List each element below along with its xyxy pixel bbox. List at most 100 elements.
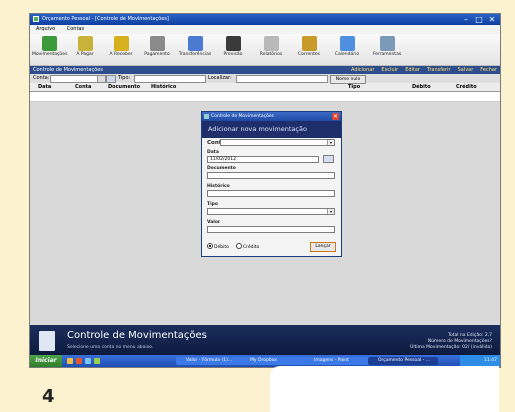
data-field[interactable]: 11/02/2012 xyxy=(207,156,319,163)
table-row[interactable] xyxy=(30,92,500,102)
dialog-close-button[interactable]: ✕ xyxy=(332,113,339,120)
conta-filter-label: Conta: xyxy=(33,75,50,81)
menu-arquivo[interactable]: Arquivo xyxy=(36,26,55,32)
menu-bar: Arquivo Contas xyxy=(30,25,500,34)
window-controls: – □ ✕ xyxy=(461,15,497,24)
calendar-icon xyxy=(339,36,355,51)
toolbar-label: Movimentações xyxy=(32,52,68,57)
taskbar-item[interactable]: My Dropbox xyxy=(240,357,308,365)
historico-field[interactable] xyxy=(207,190,335,197)
taskbar-item[interactable]: Valor - Fórmula (1)... xyxy=(176,357,244,365)
toolbar-label: Calendário xyxy=(334,52,360,57)
monitor-icon xyxy=(225,36,241,51)
heart-icon xyxy=(41,36,57,51)
coins-icon xyxy=(113,36,129,51)
maximize-button[interactable]: □ xyxy=(474,15,484,24)
col-data[interactable]: Data xyxy=(38,84,51,91)
toolbar-button-9[interactable]: Ferramentas xyxy=(370,35,404,64)
toolbar-label: A Receber xyxy=(109,52,133,57)
taskbar-item[interactable]: Imagens - Paint xyxy=(304,357,372,365)
app-icon xyxy=(33,16,39,22)
localizar-input[interactable] xyxy=(236,75,328,83)
col-tipo[interactable]: Tipo xyxy=(348,84,360,91)
chevron-down-icon: ▾ xyxy=(327,209,334,214)
documento-field[interactable] xyxy=(207,172,335,179)
toolbar-label: Previsão xyxy=(223,52,243,57)
page-tab xyxy=(270,366,499,412)
menu-contas[interactable]: Contas xyxy=(67,26,84,32)
col-documento[interactable]: Documento xyxy=(108,84,140,91)
toolbar-button-2[interactable]: A Receber xyxy=(104,35,138,64)
filter-bar: Conta: Tipo: Localizar: Nome nulo xyxy=(30,74,500,84)
quicklaunch-icon[interactable] xyxy=(76,358,82,364)
delete-action[interactable]: Excluir xyxy=(381,66,398,74)
toolbar-label: A Pagar xyxy=(76,52,94,57)
debito-radio[interactable]: Débito xyxy=(207,243,229,251)
conta-filter-select[interactable] xyxy=(50,75,98,83)
quicklaunch-icon[interactable] xyxy=(85,358,91,364)
close-action[interactable]: Fechar xyxy=(480,66,497,74)
toolbar: Movimentações A Pagar A Receber Pagamento Tr… xyxy=(30,34,500,66)
close-button[interactable]: ✕ xyxy=(487,15,497,24)
add-movement-dialog: Controle de Movimentações ✕ Adicionar no… xyxy=(201,111,342,257)
save-action[interactable]: Salvar xyxy=(458,66,474,74)
toolbar-button-8[interactable]: Calendário xyxy=(330,35,364,64)
toolbar-button-7[interactable]: Correntes xyxy=(292,35,326,64)
conta-dropdown-button[interactable] xyxy=(97,75,106,83)
footer-stat-3: Última Movimentação: 02/ (inválida) xyxy=(410,345,492,350)
data-label: Data xyxy=(207,150,219,155)
start-button[interactable]: Iniciar xyxy=(30,355,62,367)
toolbar-button-3[interactable]: Pagamento xyxy=(140,35,174,64)
title-bar: Orçamento Pessoal - [Controle de Movimen… xyxy=(30,14,500,25)
col-debito[interactable]: Débito xyxy=(412,84,431,91)
tipo-select[interactable]: ▾ xyxy=(207,208,335,215)
grid-header: Data Conta Documento Histórico Tipo Débi… xyxy=(30,84,500,92)
col-conta[interactable]: Conta xyxy=(75,84,91,91)
col-historico[interactable]: Histórico xyxy=(151,84,176,91)
valor-field[interactable] xyxy=(207,226,335,233)
pen-icon xyxy=(77,36,93,51)
col-credito[interactable]: Crédito xyxy=(456,84,477,91)
credito-radio[interactable]: Crédito xyxy=(236,243,259,251)
toolbar-label: Ferramentas xyxy=(372,52,402,57)
calendar-icon[interactable] xyxy=(323,155,334,163)
dialog-heading-text: Adicionar nova movimentação xyxy=(208,125,307,133)
dialog-icon xyxy=(204,114,209,119)
toolbar-button-1[interactable]: A Pagar xyxy=(68,35,102,64)
app-window: Orçamento Pessoal - [Controle de Movimen… xyxy=(29,13,501,368)
tipo-label: Tipo xyxy=(207,202,218,207)
toolbar-button-4[interactable]: Transferências xyxy=(178,35,212,64)
taskbar-item-active[interactable]: Orçamento Pessoal - ... xyxy=(368,357,438,365)
edit-action[interactable]: Editar xyxy=(405,66,420,74)
tipo-filter-select[interactable] xyxy=(134,75,206,83)
calendar-icon[interactable] xyxy=(106,75,116,83)
nome-nulo-button[interactable]: Nome nulo xyxy=(330,75,366,84)
footer-subtitle: Selecione uma conta no menu abaixo. xyxy=(67,345,154,350)
section-bar: Controle de Movimentações Adicionar Excl… xyxy=(30,66,500,74)
quicklaunch-icon[interactable] xyxy=(67,358,73,364)
dialog-title-bar: Controle de Movimentações ✕ xyxy=(202,112,341,121)
documento-label: Documento xyxy=(207,166,236,171)
document-icon xyxy=(39,331,55,351)
minimize-button[interactable]: – xyxy=(461,15,471,24)
people-icon xyxy=(301,36,317,51)
toolbar-label: Relatórios xyxy=(259,52,283,57)
add-action[interactable]: Adicionar xyxy=(351,66,374,74)
section-title: Controle de Movimentações xyxy=(33,67,103,73)
quicklaunch-icon[interactable] xyxy=(94,358,100,364)
lancar-button[interactable]: Lançar xyxy=(310,242,336,252)
toolbar-label: Correntes xyxy=(298,52,320,57)
toolbar-button-6[interactable]: Relatórios xyxy=(254,35,288,64)
screenshot-frame: Orçamento Pessoal - [Controle de Movimen… xyxy=(0,0,515,412)
valor-label: Valor xyxy=(207,220,221,225)
toolbar-button-0[interactable]: Movimentações xyxy=(32,35,68,64)
report-icon xyxy=(263,36,279,51)
toolbar-button-5[interactable]: Previsão xyxy=(216,35,250,64)
toolbar-label: Pagamento xyxy=(144,52,170,57)
debito-radio-label: Débito xyxy=(214,245,229,250)
conta-select[interactable]: ▾ xyxy=(220,139,335,146)
dialog-title: Controle de Movimentações xyxy=(211,114,274,119)
tipo-filter-label: Tipo: xyxy=(118,75,131,81)
transfer-action[interactable]: Transferir xyxy=(427,66,451,74)
footer-title: Controle de Movimentações xyxy=(67,330,207,341)
